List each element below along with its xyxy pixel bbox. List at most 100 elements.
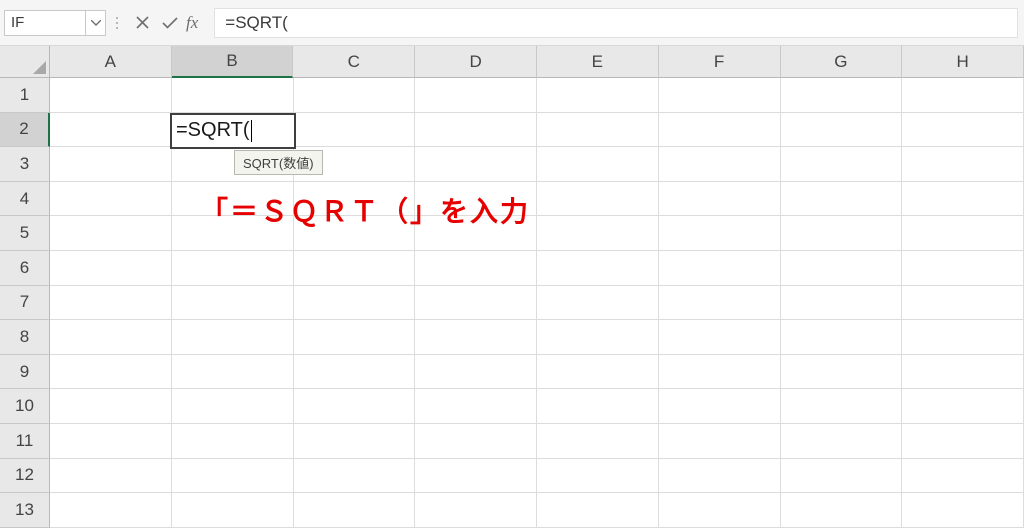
cell[interactable] bbox=[781, 459, 903, 494]
cell[interactable] bbox=[415, 355, 537, 390]
col-header-F[interactable]: F bbox=[659, 46, 781, 78]
cell[interactable] bbox=[902, 113, 1024, 148]
name-box-dropdown[interactable] bbox=[86, 10, 106, 36]
cell[interactable] bbox=[50, 113, 172, 148]
cell[interactable] bbox=[659, 251, 781, 286]
cell[interactable] bbox=[294, 355, 416, 390]
cell[interactable] bbox=[50, 182, 172, 217]
cell[interactable] bbox=[294, 459, 416, 494]
cell[interactable] bbox=[415, 113, 537, 148]
cell[interactable] bbox=[50, 251, 172, 286]
cell[interactable] bbox=[902, 286, 1024, 321]
cell[interactable] bbox=[294, 389, 416, 424]
cell[interactable] bbox=[50, 216, 172, 251]
cell[interactable] bbox=[415, 251, 537, 286]
cell[interactable] bbox=[659, 113, 781, 148]
cell[interactable] bbox=[659, 286, 781, 321]
cell[interactable] bbox=[902, 78, 1024, 113]
cell[interactable] bbox=[659, 493, 781, 528]
col-header-A[interactable]: A bbox=[50, 46, 172, 78]
row-header-13[interactable]: 13 bbox=[0, 493, 50, 528]
cell[interactable] bbox=[781, 78, 903, 113]
cell[interactable] bbox=[294, 113, 416, 148]
row-header-5[interactable]: 5 bbox=[0, 216, 50, 251]
cell[interactable] bbox=[294, 493, 416, 528]
cell[interactable] bbox=[902, 216, 1024, 251]
function-tooltip[interactable]: SQRT(数値) bbox=[234, 150, 323, 175]
cell[interactable] bbox=[781, 182, 903, 217]
cells-area[interactable]: =SQRT( SQRT(数値) 「＝ＳＱＲＴ（」を入力 bbox=[50, 78, 1024, 530]
col-header-B[interactable]: B bbox=[172, 46, 294, 78]
cell[interactable] bbox=[294, 251, 416, 286]
row-header-9[interactable]: 9 bbox=[0, 355, 50, 390]
cell[interactable] bbox=[50, 286, 172, 321]
cell[interactable] bbox=[659, 424, 781, 459]
col-header-C[interactable]: C bbox=[293, 46, 415, 78]
cell[interactable] bbox=[50, 355, 172, 390]
cell[interactable] bbox=[537, 424, 659, 459]
select-all-corner[interactable] bbox=[0, 46, 50, 78]
cell[interactable] bbox=[415, 147, 537, 182]
cell[interactable] bbox=[902, 182, 1024, 217]
cell[interactable] bbox=[781, 147, 903, 182]
col-header-G[interactable]: G bbox=[781, 46, 903, 78]
cell[interactable] bbox=[50, 424, 172, 459]
row-header-3[interactable]: 3 bbox=[0, 147, 50, 182]
cell[interactable] bbox=[294, 320, 416, 355]
cell[interactable] bbox=[902, 389, 1024, 424]
cell[interactable] bbox=[781, 389, 903, 424]
cell[interactable] bbox=[659, 182, 781, 217]
cell[interactable] bbox=[294, 78, 416, 113]
cell[interactable] bbox=[537, 251, 659, 286]
cell[interactable] bbox=[781, 493, 903, 528]
cell[interactable] bbox=[781, 424, 903, 459]
cell[interactable] bbox=[172, 424, 294, 459]
cell[interactable] bbox=[659, 78, 781, 113]
cell[interactable] bbox=[781, 113, 903, 148]
cell[interactable] bbox=[172, 355, 294, 390]
row-header-10[interactable]: 10 bbox=[0, 389, 50, 424]
cell[interactable] bbox=[294, 286, 416, 321]
cell[interactable] bbox=[415, 424, 537, 459]
cell[interactable] bbox=[537, 459, 659, 494]
cell[interactable] bbox=[537, 493, 659, 528]
row-header-4[interactable]: 4 bbox=[0, 182, 50, 217]
row-header-11[interactable]: 11 bbox=[0, 424, 50, 459]
cell[interactable] bbox=[172, 493, 294, 528]
cell[interactable] bbox=[537, 286, 659, 321]
cell[interactable] bbox=[172, 459, 294, 494]
cell[interactable] bbox=[294, 424, 416, 459]
cell[interactable] bbox=[415, 320, 537, 355]
cell[interactable] bbox=[50, 320, 172, 355]
cell[interactable] bbox=[902, 147, 1024, 182]
row-header-8[interactable]: 8 bbox=[0, 320, 50, 355]
cell[interactable] bbox=[537, 182, 659, 217]
cell[interactable] bbox=[902, 320, 1024, 355]
cell[interactable] bbox=[659, 320, 781, 355]
cell[interactable] bbox=[50, 78, 172, 113]
formula-input[interactable] bbox=[223, 12, 1009, 34]
cell[interactable] bbox=[50, 389, 172, 424]
row-header-1[interactable]: 1 bbox=[0, 78, 50, 113]
cell[interactable] bbox=[537, 355, 659, 390]
cell[interactable] bbox=[50, 459, 172, 494]
cell[interactable] bbox=[659, 216, 781, 251]
active-cell-editor[interactable]: =SQRT( bbox=[170, 113, 296, 149]
cell[interactable] bbox=[537, 147, 659, 182]
cell[interactable] bbox=[172, 78, 294, 113]
row-header-2[interactable]: 2 bbox=[0, 113, 50, 148]
cell[interactable] bbox=[172, 320, 294, 355]
cell[interactable] bbox=[537, 389, 659, 424]
cell[interactable] bbox=[537, 78, 659, 113]
cell[interactable] bbox=[659, 147, 781, 182]
col-header-D[interactable]: D bbox=[415, 46, 537, 78]
cell[interactable] bbox=[659, 459, 781, 494]
col-header-E[interactable]: E bbox=[537, 46, 659, 78]
cell[interactable] bbox=[172, 286, 294, 321]
cell[interactable] bbox=[902, 493, 1024, 528]
enter-button[interactable] bbox=[156, 9, 184, 37]
cell[interactable] bbox=[415, 389, 537, 424]
name-box[interactable]: IF bbox=[4, 10, 86, 36]
cell[interactable] bbox=[902, 424, 1024, 459]
cell[interactable] bbox=[659, 355, 781, 390]
